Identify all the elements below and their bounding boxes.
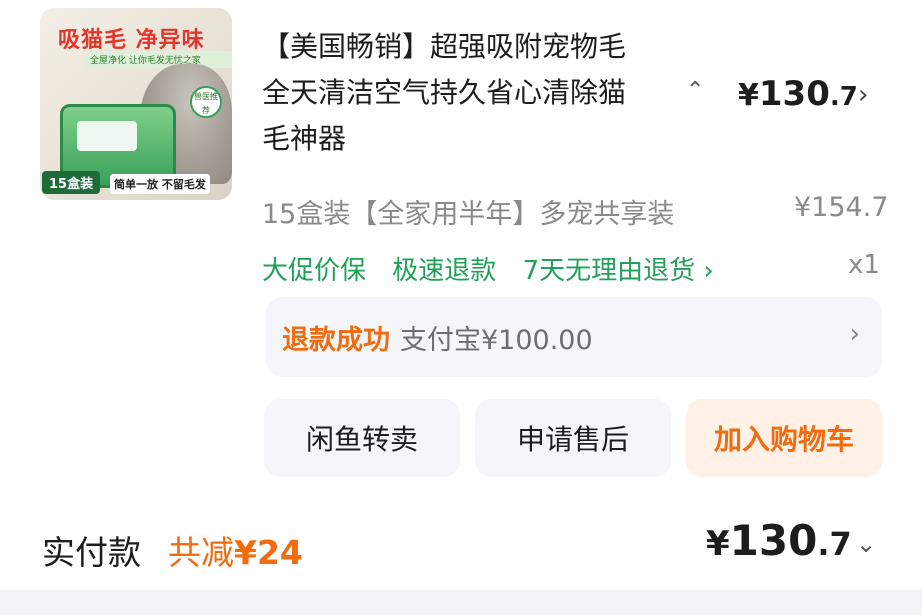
- thumbnail-quantity-badge: 15盒装: [42, 171, 101, 194]
- paid-amount-label: 实付款: [42, 533, 141, 572]
- service-fast-refund: 极速退款: [392, 256, 497, 286]
- total-integer: 130: [729, 516, 818, 565]
- refund-amount: 支付宝¥100.00: [400, 324, 593, 356]
- thumbnail-slogan: 简单一放 不留毛发: [110, 174, 210, 194]
- chevron-right-icon: ›: [849, 319, 860, 349]
- chevron-up-icon[interactable]: ⌃: [686, 78, 704, 103]
- discount-value: ¥24: [234, 533, 303, 572]
- discount-prefix: 共减: [168, 533, 234, 572]
- add-to-cart-button[interactable]: 加入购物车: [686, 399, 882, 477]
- thumbnail-tagline: 全屋净化 让你毛发无忧之家: [84, 51, 232, 68]
- total-decimal: .7: [817, 525, 852, 563]
- service-price-protect: 大促价保: [262, 256, 367, 286]
- total-currency: ¥: [706, 524, 730, 564]
- original-price: ¥154.7: [794, 192, 889, 223]
- chevron-down-icon[interactable]: ⌄: [856, 530, 876, 558]
- after-sale-button[interactable]: 申请售后: [475, 399, 671, 477]
- product-variant: 15盒装【全家用半年】多宠共享装: [262, 199, 675, 230]
- product-title[interactable]: 【美国畅销】超强吸附宠物毛全天清洁空气持久省心清除猫毛神器: [262, 24, 644, 162]
- bottom-divider-bar: [0, 590, 922, 615]
- thumbnail-banner: 吸猫毛 净异味: [58, 28, 205, 53]
- service-tags[interactable]: 大促价保 极速退款 7天无理由退货 ›: [262, 250, 732, 287]
- price-currency: ¥: [738, 78, 759, 113]
- item-quantity: x1: [848, 250, 880, 280]
- resell-button[interactable]: 闲鱼转卖: [264, 399, 460, 477]
- discount-summary: 共减¥24: [168, 526, 303, 574]
- refund-status-card[interactable]: 退款成功 支付宝¥100.00 ›: [266, 297, 882, 377]
- price-integer: 130: [758, 74, 830, 114]
- price-decimal: .7: [829, 82, 858, 112]
- service-7day-return[interactable]: 7天无理由退货 ›: [523, 256, 714, 286]
- refund-status: 退款成功: [282, 324, 390, 356]
- unit-price: ¥130.7: [738, 74, 858, 114]
- chevron-right-icon[interactable]: ›: [858, 80, 868, 110]
- product-thumbnail[interactable]: 吸猫毛 净异味 全屋净化 让你毛发无忧之家 兽医推荐 15盒装 简单一放 不留毛…: [40, 8, 232, 200]
- paid-total[interactable]: ¥130.7: [706, 516, 852, 565]
- recommend-seal: 兽医推荐: [190, 86, 222, 118]
